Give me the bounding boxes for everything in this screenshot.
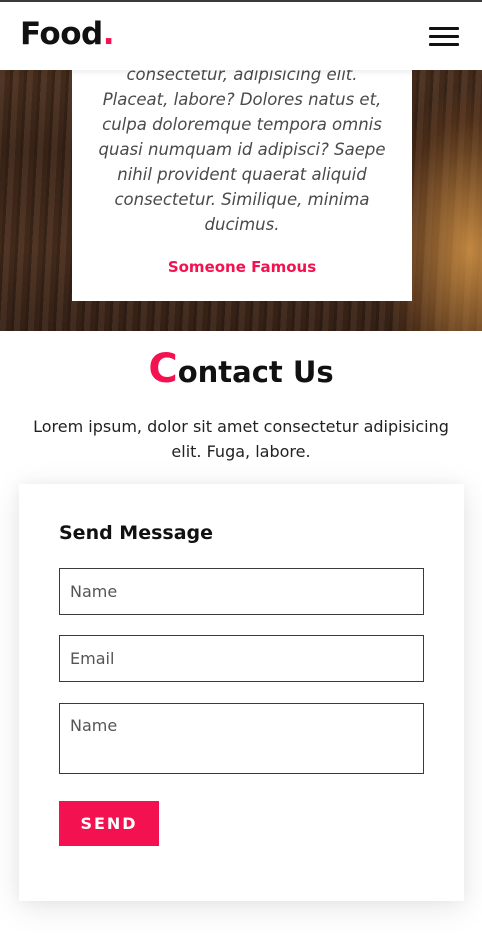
menu-bar xyxy=(429,27,459,30)
site-header: Food. xyxy=(0,2,482,70)
contact-description: Lorem ipsum, dolor sit amet consectetur … xyxy=(33,417,449,461)
send-button[interactable]: SEND xyxy=(59,801,159,846)
logo-dot: . xyxy=(102,16,115,52)
top-border xyxy=(0,0,482,2)
form-heading: Send Message xyxy=(59,522,214,544)
logo[interactable]: Food. xyxy=(20,16,115,52)
email-input[interactable] xyxy=(59,635,424,682)
contact-title-initial: C xyxy=(148,346,178,392)
testimonial-quote: consectetur, adipisicing elit. Placeat, … xyxy=(98,65,386,234)
testimonial-card: consectetur, adipisicing elit. Placeat, … xyxy=(72,40,412,301)
testimonial-author: Someone Famous xyxy=(167,258,317,276)
hamburger-menu-icon[interactable] xyxy=(426,25,462,51)
menu-bar xyxy=(429,35,459,38)
contact-title-rest: ontact Us xyxy=(177,355,334,389)
menu-bar xyxy=(429,43,459,46)
name-input[interactable] xyxy=(59,568,424,615)
message-textarea[interactable] xyxy=(59,703,424,774)
contact-form-card: Send Message SEND xyxy=(19,484,464,901)
contact-section-title: Contact Us xyxy=(0,346,482,392)
logo-text: Food xyxy=(20,16,103,52)
